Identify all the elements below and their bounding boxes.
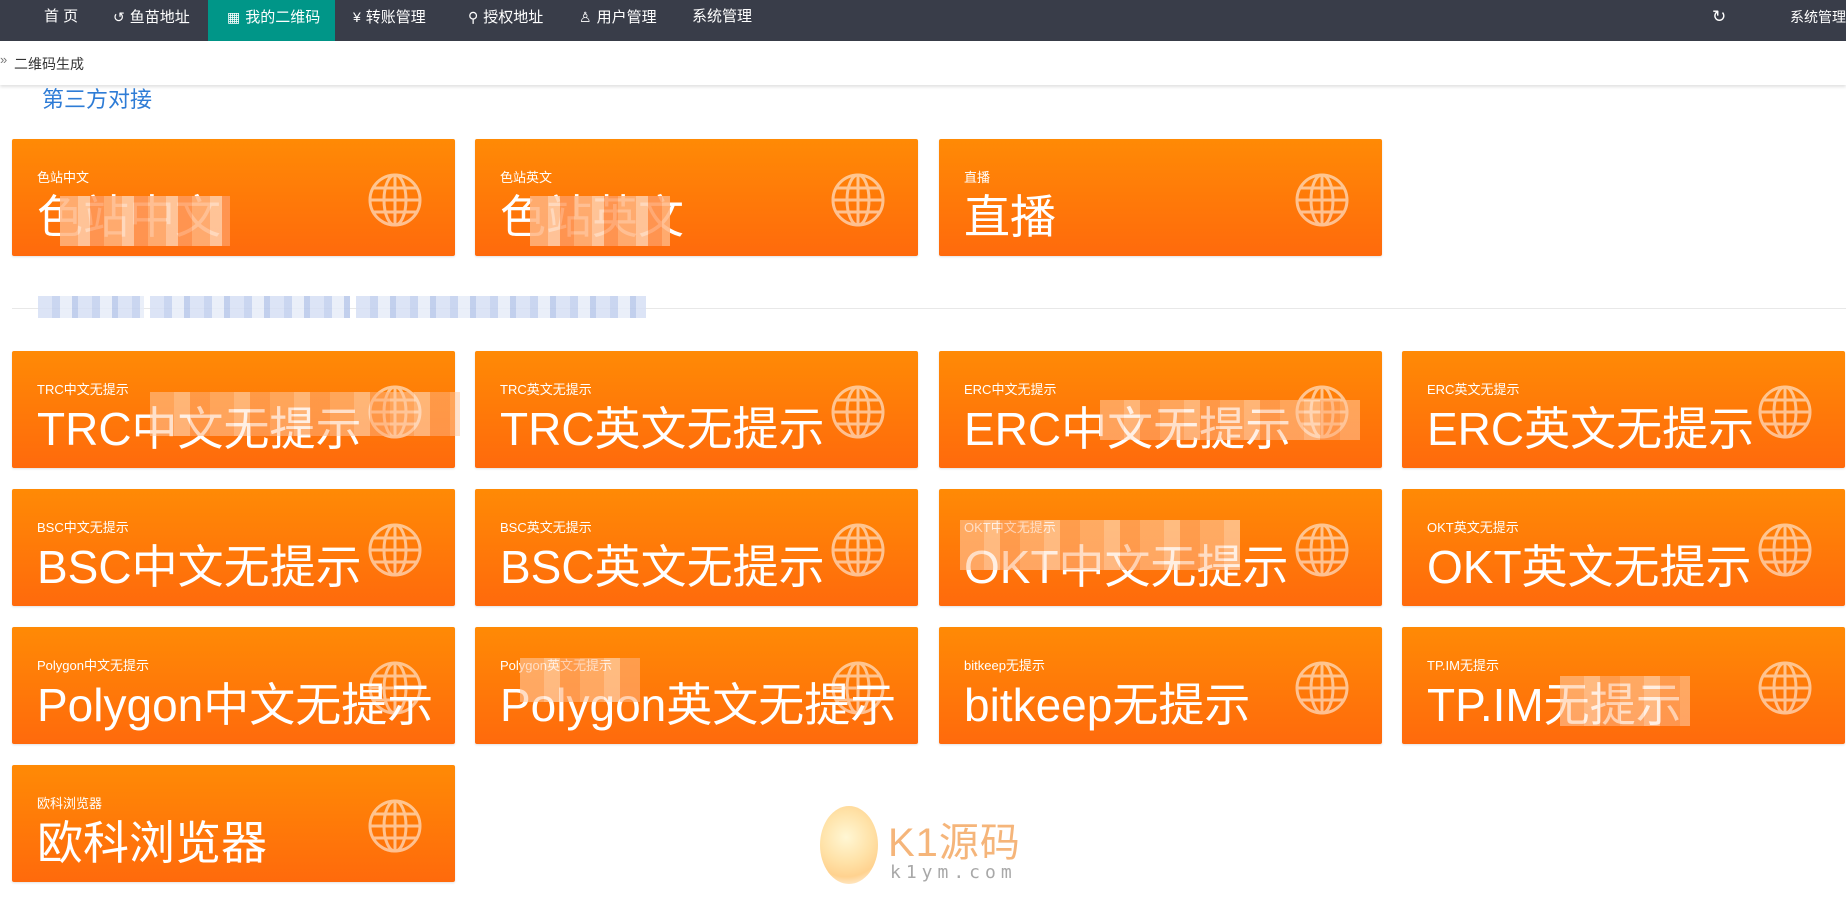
card-bitkeep[interactable]: bitkeep无提示 bitkeep无提示 xyxy=(939,627,1382,744)
nav-item-auth-address[interactable]: ⚲ 授权地址 xyxy=(468,0,543,41)
card-title: OKT中文无提示 xyxy=(964,541,1289,593)
card-title: OKT英文无提示 xyxy=(1427,541,1752,593)
card-okt-en[interactable]: OKT英文无提示 OKT英文无提示 xyxy=(1402,489,1845,606)
card-title: TP.IM无提示 xyxy=(1427,679,1682,731)
globe-icon xyxy=(368,799,422,853)
card-trc-en[interactable]: TRC英文无提示 TRC英文无提示 xyxy=(475,351,918,468)
card-title: ERC中文无提示 xyxy=(964,403,1292,455)
nav-item-transfer[interactable]: ¥ 转账管理 xyxy=(353,0,426,41)
card-title: bitkeep无提示 xyxy=(964,679,1251,731)
card-polygon-cn[interactable]: Polygon中文无提示 Polygon中文无提示 xyxy=(12,627,455,744)
qrcode-icon: ▦ xyxy=(227,9,241,25)
card-subtitle: ERC英文无提示 xyxy=(1427,382,1520,397)
card-title: 色站中文 xyxy=(37,191,221,243)
card-subtitle: Polygon中文无提示 xyxy=(37,658,149,673)
globe-icon xyxy=(1295,523,1349,577)
nav-item-label: 鱼苗地址 xyxy=(129,9,190,26)
card-title: ERC英文无提示 xyxy=(1427,403,1755,455)
breadcrumb-current[interactable]: 二维码生成 xyxy=(14,54,84,74)
yen-icon: ¥ xyxy=(353,9,361,25)
nav-item-label: 我的二维码 xyxy=(245,9,321,26)
card-subtitle: Polygon英文无提示 xyxy=(500,658,612,673)
card-trc-cn[interactable]: TRC中文无提示 TRC中文无提示 xyxy=(12,351,455,468)
card-live[interactable]: 直播 直播 xyxy=(939,139,1382,256)
nav-item-fish-address[interactable]: ↺ 鱼苗地址 xyxy=(113,0,190,41)
card-okx-browser[interactable]: 欧科浏览器 欧科浏览器 xyxy=(12,765,455,882)
globe-icon xyxy=(1758,661,1812,715)
card-tpim[interactable]: TP.IM无提示 TP.IM无提示 xyxy=(1402,627,1845,744)
card-bsc-cn[interactable]: BSC中文无提示 BSC中文无提示 xyxy=(12,489,455,606)
globe-icon xyxy=(831,173,885,227)
nav-item-home[interactable]: 首 页 xyxy=(44,0,78,41)
card-subtitle: ERC中文无提示 xyxy=(964,382,1057,397)
card-subtitle: 色站中文 xyxy=(37,170,90,185)
nav-item-system[interactable]: 系统管理 xyxy=(692,0,752,41)
watermark: K1源码 k1ym.com xyxy=(820,806,1030,886)
history-icon: ↺ xyxy=(113,9,125,25)
nav-item-label: 转账管理 xyxy=(365,9,426,26)
nav-item-label: 系统管理 xyxy=(692,8,753,25)
card-subtitle: OKT中文无提示 xyxy=(964,520,1056,535)
watermark-logo xyxy=(820,806,878,884)
user-icon: ♙ xyxy=(579,9,592,25)
card-bsc-en[interactable]: BSC英文无提示 BSC英文无提示 xyxy=(475,489,918,606)
globe-icon xyxy=(368,385,422,439)
watermark-text: K1源码 xyxy=(888,821,1021,865)
card-subtitle: 色站英文 xyxy=(500,170,553,185)
double-chevron-icon: » xyxy=(0,52,8,67)
card-site-en[interactable]: 色站英文 色站英文 xyxy=(475,139,918,256)
card-title: BSC英文无提示 xyxy=(500,541,825,593)
pin-icon: ⚲ xyxy=(468,9,479,25)
card-subtitle: BSC中文无提示 xyxy=(37,520,129,535)
card-polygon-en[interactable]: Polygon英文无提示 Polygon英文无提示 xyxy=(475,627,918,744)
card-title: TRC中文无提示 xyxy=(37,403,362,455)
globe-icon xyxy=(831,661,885,715)
globe-icon xyxy=(1295,385,1349,439)
globe-icon xyxy=(1295,661,1349,715)
card-subtitle: 欧科浏览器 xyxy=(37,796,103,811)
card-okt-cn[interactable]: OKT中文无提示 OKT中文无提示 xyxy=(939,489,1382,606)
globe-icon xyxy=(1295,173,1349,227)
watermark-url: k1ym.com xyxy=(890,862,1017,883)
card-subtitle: BSC英文无提示 xyxy=(500,520,592,535)
card-title: 直播 xyxy=(964,191,1056,243)
nav-item-label: 首 页 xyxy=(44,8,79,25)
globe-icon xyxy=(368,661,422,715)
nav-item-users[interactable]: ♙ 用户管理 xyxy=(579,0,657,41)
globe-icon xyxy=(831,523,885,577)
card-title: 欧科浏览器 xyxy=(37,817,267,869)
globe-icon xyxy=(1758,385,1812,439)
card-subtitle: TRC中文无提示 xyxy=(37,382,129,397)
nav-item-label: 授权地址 xyxy=(483,9,544,26)
card-subtitle: bitkeep无提示 xyxy=(964,658,1045,673)
card-subtitle: OKT英文无提示 xyxy=(1427,520,1519,535)
globe-icon xyxy=(1758,523,1812,577)
nav-item-label: 用户管理 xyxy=(596,9,657,26)
card-subtitle: TP.IM无提示 xyxy=(1427,658,1499,673)
blurred-heading xyxy=(38,296,646,320)
card-subtitle: 直播 xyxy=(964,170,991,185)
card-site-cn[interactable]: 色站中文 色站中文 xyxy=(12,139,455,256)
breadcrumb: » 二维码生成 xyxy=(0,41,1846,85)
section-title: 第三方对接 xyxy=(42,87,153,112)
refresh-icon[interactable]: ↻ xyxy=(1712,0,1726,34)
globe-icon xyxy=(831,385,885,439)
card-title: BSC中文无提示 xyxy=(37,541,362,593)
card-subtitle: TRC英文无提示 xyxy=(500,382,592,397)
top-nav-bar: 首 页 ↺ 鱼苗地址 ▦ 我的二维码 ¥ 转账管理 ⚲ 授权地址 ♙ 用户管理 系统管理 … xyxy=(0,0,1846,41)
card-erc-en[interactable]: ERC英文无提示 ERC英文无提示 xyxy=(1402,351,1845,468)
nav-system-right[interactable]: 系统管理 xyxy=(1790,0,1846,34)
card-title: 色站英文 xyxy=(500,191,684,243)
card-title: TRC英文无提示 xyxy=(500,403,825,455)
card-erc-cn[interactable]: ERC中文无提示 ERC中文无提示 xyxy=(939,351,1382,468)
globe-icon xyxy=(368,173,422,227)
globe-icon xyxy=(368,523,422,577)
nav-item-my-qrcode[interactable]: ▦ 我的二维码 xyxy=(208,0,335,41)
